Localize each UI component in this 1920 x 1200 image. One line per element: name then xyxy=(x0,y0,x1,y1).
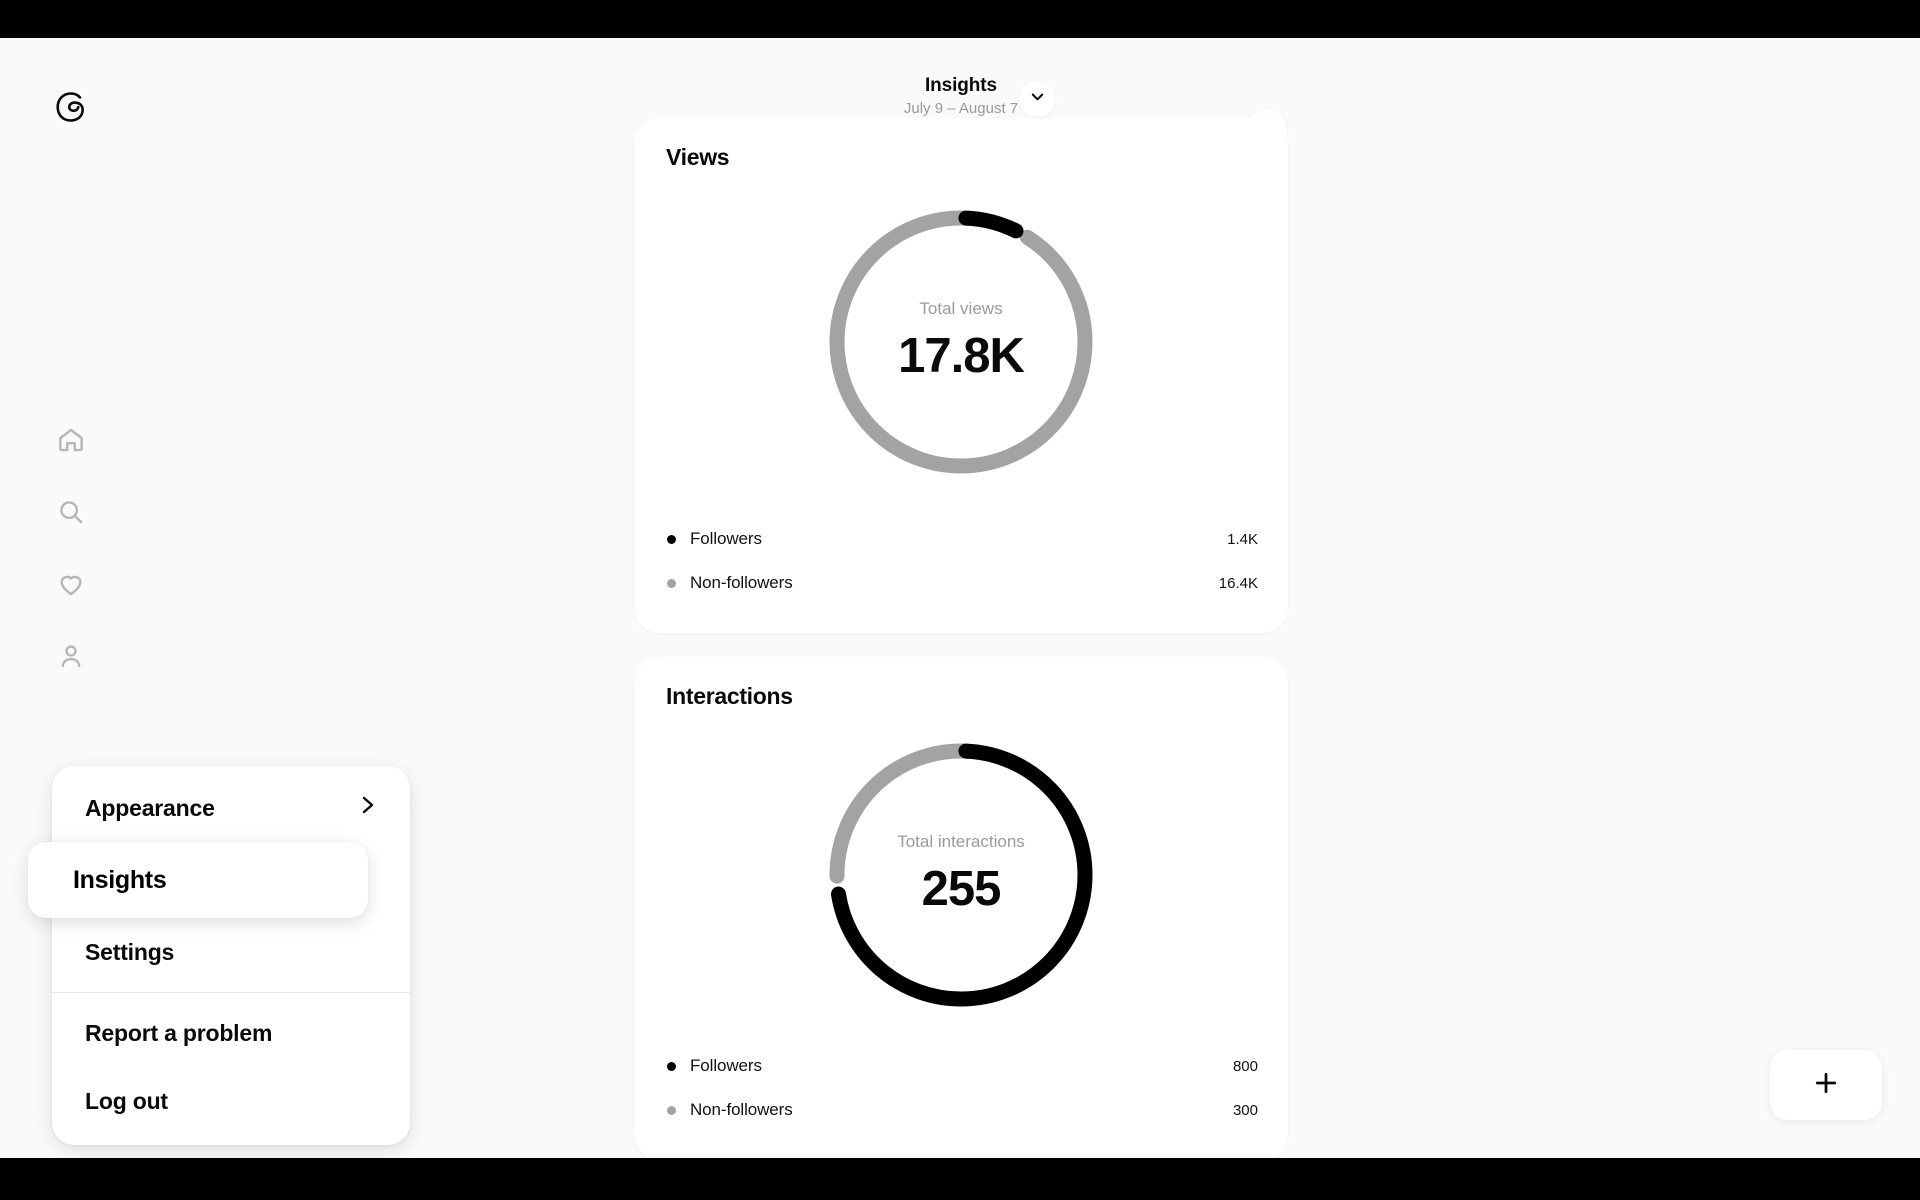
views-donut-svg xyxy=(829,210,1093,474)
sidebar-nav xyxy=(47,416,95,704)
main-content: Insights July 9 – August 7 ... Views xyxy=(634,38,1288,1158)
compose-button[interactable] xyxy=(1770,1050,1882,1120)
sidebar-item-activity[interactable] xyxy=(47,560,95,608)
legend-dot-non-followers xyxy=(667,578,676,588)
views-card: Views Total views 17.8K Followers 1.4K N… xyxy=(634,118,1288,633)
chevron-down-icon xyxy=(1030,89,1045,109)
legend-value: 1.4K xyxy=(1227,530,1258,548)
plus-icon xyxy=(1811,1068,1841,1103)
menu-item-settings[interactable]: Settings xyxy=(52,918,410,986)
menu-divider xyxy=(52,992,410,993)
menu-item-report-a-problem[interactable]: Report a problem xyxy=(52,999,410,1067)
chevron-right-icon xyxy=(360,794,376,822)
legend-value: 300 xyxy=(1232,1101,1258,1119)
legend-dot-followers xyxy=(667,534,676,544)
interactions-donut-chart: Total interactions 255 xyxy=(664,716,1258,1034)
menu-item-label: Settings xyxy=(85,938,175,965)
legend-dot-non-followers xyxy=(667,1105,676,1115)
legend-value: 16.4K xyxy=(1218,574,1258,592)
legend-dot-followers xyxy=(667,1061,676,1071)
menu-item-insights[interactable]: Insights xyxy=(28,842,368,918)
menu-item-insights-slot: Insights xyxy=(28,842,410,918)
letterbox-bottom xyxy=(0,1158,1920,1200)
date-range-dropdown-button[interactable] xyxy=(1019,81,1055,117)
interactions-donut-svg xyxy=(829,743,1093,1007)
legend-label: Followers xyxy=(690,529,762,548)
interactions-legend: Followers 800 Non-followers 300 xyxy=(664,1044,1258,1132)
menu-item-log-out[interactable]: Log out xyxy=(52,1067,410,1135)
home-icon xyxy=(56,425,86,455)
date-range: July 9 – August 7 xyxy=(903,100,1019,117)
card-title: Views xyxy=(666,144,730,170)
sidebar-item-search[interactable] xyxy=(47,488,95,536)
legend-row: Non-followers 16.4K xyxy=(664,561,1258,605)
legend-value: 800 xyxy=(1232,1057,1258,1075)
header-title-block: Insights July 9 – August 7 xyxy=(634,74,1288,119)
sidebar-item-profile[interactable] xyxy=(47,632,95,680)
search-icon xyxy=(56,497,86,527)
menu-item-label: Insights xyxy=(73,865,167,894)
legend-row: Followers 1.4K xyxy=(664,517,1258,561)
app-window: Appearance Insights Settings Report a pr… xyxy=(0,38,1920,1158)
menu-item-label: Log out xyxy=(85,1087,168,1114)
menu-item-label: Appearance xyxy=(85,794,215,821)
interactions-card: Interactions Total interactions 255 Foll… xyxy=(634,657,1288,1158)
legend-row: Followers 800 xyxy=(664,1044,1258,1088)
menu-item-appearance[interactable]: Appearance xyxy=(52,774,410,842)
profile-icon xyxy=(56,641,86,671)
page-header: Insights July 9 – August 7 ... xyxy=(634,38,1288,150)
views-legend: Followers 1.4K Non-followers 16.4K xyxy=(664,517,1258,605)
heart-icon xyxy=(56,569,86,599)
menu-item-label: Report a problem xyxy=(85,1019,273,1046)
account-menu: Appearance Insights Settings Report a pr… xyxy=(28,766,410,1145)
legend-label: Followers xyxy=(690,1056,762,1075)
page-title: Insights xyxy=(924,75,998,96)
views-donut-chart: Total views 17.8K xyxy=(664,177,1258,507)
legend-label: Non-followers xyxy=(690,1100,793,1119)
sidebar-item-home[interactable] xyxy=(47,416,95,464)
slice-non-followers xyxy=(829,210,1093,474)
threads-logo-icon[interactable] xyxy=(47,83,95,131)
legend-row: Non-followers 300 xyxy=(664,1088,1258,1132)
card-title: Interactions xyxy=(666,683,793,709)
left-sidebar: Appearance Insights Settings Report a pr… xyxy=(0,38,410,1158)
legend-label: Non-followers xyxy=(690,573,793,592)
letterbox-top xyxy=(0,0,1920,38)
